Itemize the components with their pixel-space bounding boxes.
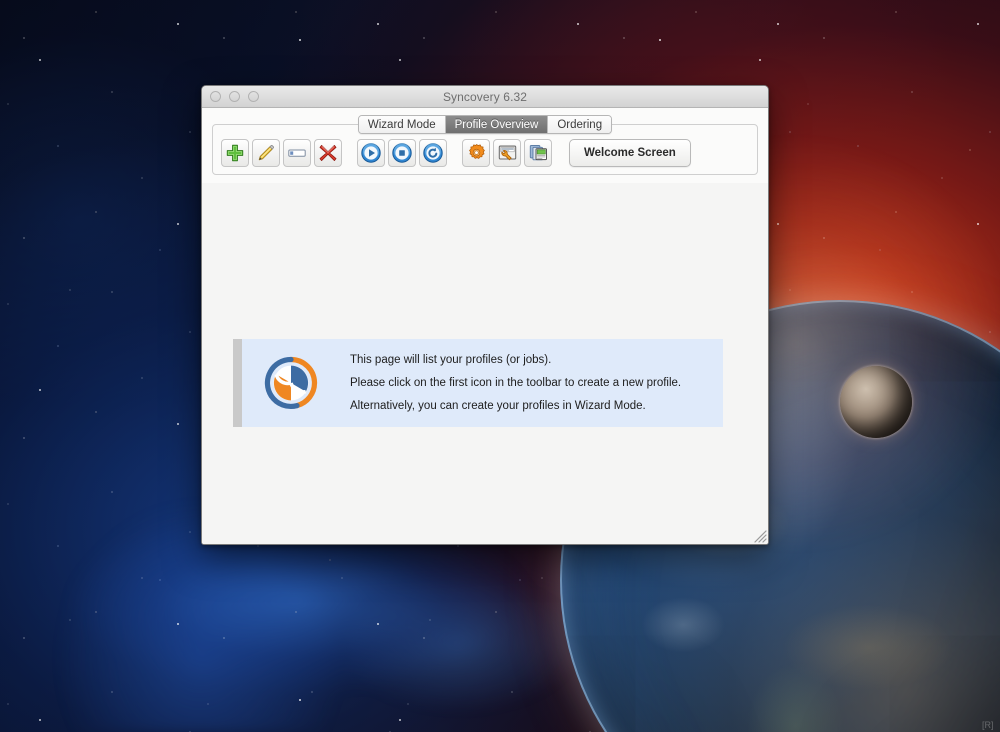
info-line-3: Alternatively, you can create your profi… xyxy=(350,400,646,412)
duplicate-profile-button[interactable] xyxy=(524,139,552,167)
preview-button[interactable] xyxy=(493,139,521,167)
new-profile-button[interactable] xyxy=(221,139,249,167)
play-icon xyxy=(361,143,381,163)
zoom-button[interactable] xyxy=(248,91,259,102)
document-wrench-icon xyxy=(498,145,516,160)
info-line-2: Please click on the first icon in the to… xyxy=(350,377,682,389)
traffic-light-group xyxy=(210,86,259,107)
window-title: Syncovery 6.32 xyxy=(442,89,528,104)
stop-profile-button[interactable] xyxy=(388,139,416,167)
resize-grip[interactable] xyxy=(752,528,767,543)
gear-icon xyxy=(468,143,485,159)
svg-text:[R]: [R] xyxy=(982,720,994,730)
minimize-button[interactable] xyxy=(229,91,240,102)
pencil-icon xyxy=(258,145,274,161)
syncovery-logo xyxy=(262,354,320,412)
rename-field-icon xyxy=(288,149,306,157)
delete-profile-button[interactable] xyxy=(314,139,342,167)
syncovery-logo-icon xyxy=(264,356,318,409)
settings-button[interactable] xyxy=(462,139,490,167)
info-line-1: This page will list your profiles (or jo… xyxy=(350,354,552,366)
window-titlebar[interactable]: Syncovery 6.32 xyxy=(202,86,768,108)
tab-ordering[interactable]: Ordering xyxy=(548,116,612,133)
plus-icon xyxy=(226,144,244,162)
run-profile-button[interactable] xyxy=(357,139,385,167)
welcome-screen-button[interactable]: Welcome Screen xyxy=(569,139,691,167)
corner-watermark-icon: [R] xyxy=(982,720,994,730)
delete-x-icon xyxy=(319,145,337,161)
tab-wizard-mode[interactable]: Wizard Mode xyxy=(358,116,446,133)
stop-icon xyxy=(392,143,412,163)
info-panel-text: This page will list your profiles (or jo… xyxy=(350,354,681,412)
edit-profile-button[interactable] xyxy=(252,139,280,167)
toolbar-wrap: Welcome Screen xyxy=(202,124,768,183)
rename-profile-button[interactable] xyxy=(283,139,311,167)
syncovery-window[interactable]: Syncovery 6.32 Wizard Mode Profile Overv… xyxy=(201,85,769,545)
content-area: This page will list your profiles (or jo… xyxy=(202,183,768,544)
info-panel-accent-bar xyxy=(233,339,242,427)
duplicate-pages-icon xyxy=(529,144,547,160)
close-button[interactable] xyxy=(210,91,221,102)
restore-icon xyxy=(423,143,443,163)
wallpaper-moon xyxy=(840,366,912,438)
restore-button[interactable] xyxy=(419,139,447,167)
tab-profile-overview[interactable]: Profile Overview xyxy=(445,116,549,133)
info-panel: This page will list your profiles (or jo… xyxy=(233,339,723,427)
desktop: [R] Syncovery 6.32 Wizard Mode Profile O… xyxy=(0,0,1000,732)
tab-bar: Wizard Mode Profile Overview Ordering xyxy=(357,115,613,134)
